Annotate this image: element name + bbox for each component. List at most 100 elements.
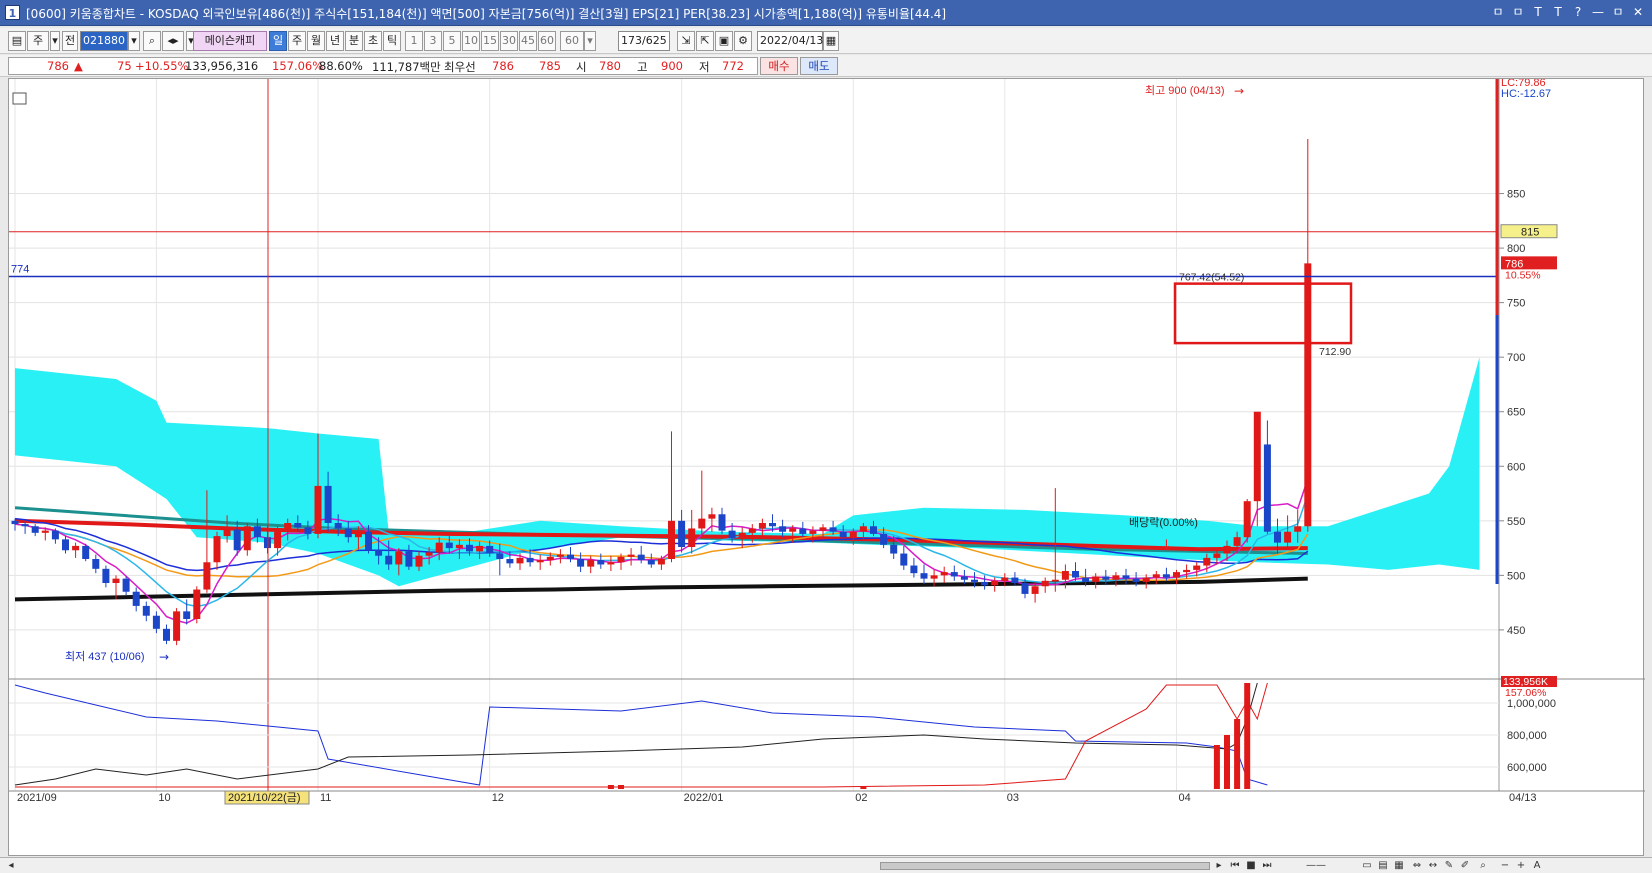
period-tick[interactable]: 틱	[383, 31, 401, 51]
interval-1[interactable]: 1	[405, 31, 423, 51]
candle-body	[809, 530, 817, 534]
interval-10[interactable]: 10	[462, 31, 480, 51]
candle-body	[799, 528, 807, 534]
date-input[interactable]: 2022/04/13	[757, 31, 823, 51]
volume-ratio: 157.06%	[272, 59, 324, 73]
buy-button[interactable]: 매수	[760, 57, 798, 75]
stop-icon[interactable]: ■	[1244, 859, 1258, 872]
candle-body	[910, 565, 918, 574]
period-month[interactable]: 월	[307, 31, 325, 51]
candle-body	[536, 560, 544, 563]
tile-icon[interactable]: ㅁ	[1490, 3, 1506, 21]
brush-icon[interactable]: ✎	[1442, 859, 1456, 872]
interval-3[interactable]: 3	[424, 31, 442, 51]
candle-body	[698, 518, 706, 529]
candle-body	[940, 572, 948, 576]
minimize-button[interactable]: —	[1590, 3, 1606, 21]
period-second[interactable]: 초	[364, 31, 382, 51]
candle-body	[1132, 578, 1140, 582]
candle-body	[880, 533, 888, 545]
search-icon[interactable]: ⌕	[143, 31, 161, 51]
close-button[interactable]: ✕	[1630, 3, 1646, 21]
interval-dropdown-icon[interactable]: ▾	[584, 31, 596, 51]
zoom-in-icon[interactable]: ⇲	[677, 31, 695, 51]
calendar-icon[interactable]: ▦	[823, 31, 839, 51]
interval-custom[interactable]: 60	[560, 31, 584, 51]
candle-body	[627, 554, 635, 557]
interval-30[interactable]: 30	[500, 31, 518, 51]
chart-type-select[interactable]: 주	[27, 31, 49, 51]
scroll-bar[interactable]: ◂ ▸ ⏮ ■ ⏭ —— ▭ ▤ ▦ ⇔ ↔ ✎ ✐ ⌕ − + A	[0, 857, 1652, 873]
code-dropdown-icon[interactable]: ▾	[128, 31, 140, 51]
last-icon[interactable]: ⏭	[1260, 859, 1274, 872]
first-icon[interactable]: ⏮	[1228, 859, 1242, 872]
text-icon[interactable]: T	[1550, 3, 1566, 21]
cascade-icon[interactable]: ㅁ	[1510, 3, 1526, 21]
market-select[interactable]: 전	[62, 31, 78, 51]
magnify-icon[interactable]: ⌕	[1476, 859, 1490, 872]
scroll-right-icon[interactable]: ▸	[1212, 859, 1226, 872]
selection-box[interactable]	[1173, 282, 1353, 345]
period-year[interactable]: 년	[326, 31, 344, 51]
candle-body	[819, 527, 827, 531]
chevron-down-icon[interactable]: ▾	[50, 31, 60, 51]
bar-count-input[interactable]: 173/625	[618, 31, 670, 51]
company-name-button[interactable]: 메이슨캐피	[193, 31, 267, 51]
save-icon[interactable]: ▣	[715, 31, 733, 51]
chart-menu-icon[interactable]	[12, 92, 27, 105]
trade-amount: 111,787백만	[372, 60, 441, 74]
scale-icon[interactable]: ⇔	[1410, 859, 1424, 872]
help-icon[interactable]: ?	[1570, 3, 1586, 21]
zoom-out-icon[interactable]: ⇱	[696, 31, 714, 51]
candle-body	[839, 531, 847, 538]
price-tick-label: 800	[1507, 243, 1525, 255]
candle-body	[365, 531, 372, 551]
window-icon[interactable]: ▭	[1360, 859, 1374, 872]
date-tick-label: 12	[492, 792, 504, 804]
quote-bar: 786 ▲ 75 +10.55% 133,956,316 157.06% 88.…	[0, 55, 1652, 77]
zoom-slider[interactable]: ——	[1296, 859, 1336, 872]
price-tag-815-text: 815	[1521, 227, 1539, 239]
erase-icon[interactable]: ✐	[1458, 859, 1472, 872]
candle-body	[102, 568, 110, 583]
candle-body	[607, 562, 615, 565]
period-week[interactable]: 주	[288, 31, 306, 51]
arrow-icon[interactable]: ↔	[1426, 859, 1440, 872]
interval-60[interactable]: 60	[538, 31, 556, 51]
period-day[interactable]: 일	[269, 31, 287, 51]
stock-code-input[interactable]: 021880	[80, 31, 128, 51]
window-title: [0600] 키움종합차트 - KOSDAQ 외국인보유[486(천)] 주식수…	[26, 7, 947, 21]
best-ask: 786	[492, 59, 514, 73]
split-icon[interactable]: ▤	[1376, 859, 1390, 872]
chart-canvas[interactable]: 774 767.42(54.52) 712.90 최고 900 (04/13) …	[9, 79, 1645, 857]
candle-body	[728, 530, 736, 539]
price-chart[interactable]: 774 767.42(54.52) 712.90 최고 900 (04/13) …	[8, 78, 1645, 857]
best-bid: 785	[539, 59, 561, 73]
candle-body	[748, 528, 756, 533]
candle-body	[849, 531, 857, 538]
sell-button[interactable]: 매도	[800, 57, 838, 75]
interval-15[interactable]: 15	[481, 31, 499, 51]
grid-icon[interactable]: ▦	[1392, 859, 1406, 872]
minus-icon[interactable]: −	[1498, 859, 1512, 872]
text-size-icon[interactable]: A	[1530, 859, 1544, 872]
period-minute[interactable]: 분	[345, 31, 363, 51]
pin-icon[interactable]: T	[1530, 3, 1546, 21]
scroll-thumb[interactable]	[880, 862, 1210, 870]
maximize-button[interactable]: ㅁ	[1610, 3, 1626, 21]
interval-45[interactable]: 45	[519, 31, 537, 51]
candle-body	[688, 528, 696, 547]
scroll-left-icon[interactable]: ◂	[4, 859, 18, 872]
sound-icon[interactable]: ◂▸	[162, 31, 184, 51]
interval-5[interactable]: 5	[443, 31, 461, 51]
candle-body	[617, 556, 625, 563]
layout-icon[interactable]: ▤	[8, 31, 26, 51]
turnover-ratio: 88.60%	[319, 59, 363, 73]
candle-body	[1203, 557, 1211, 566]
best-quote-label: 최우선	[444, 60, 476, 74]
price-tick-label: 750	[1507, 298, 1525, 310]
plus-icon[interactable]: +	[1514, 859, 1528, 872]
gear-icon[interactable]: ⚙	[734, 31, 752, 51]
dividend-annotation: 배당락(0.00%)	[1129, 516, 1198, 529]
volume-bar	[860, 786, 867, 789]
